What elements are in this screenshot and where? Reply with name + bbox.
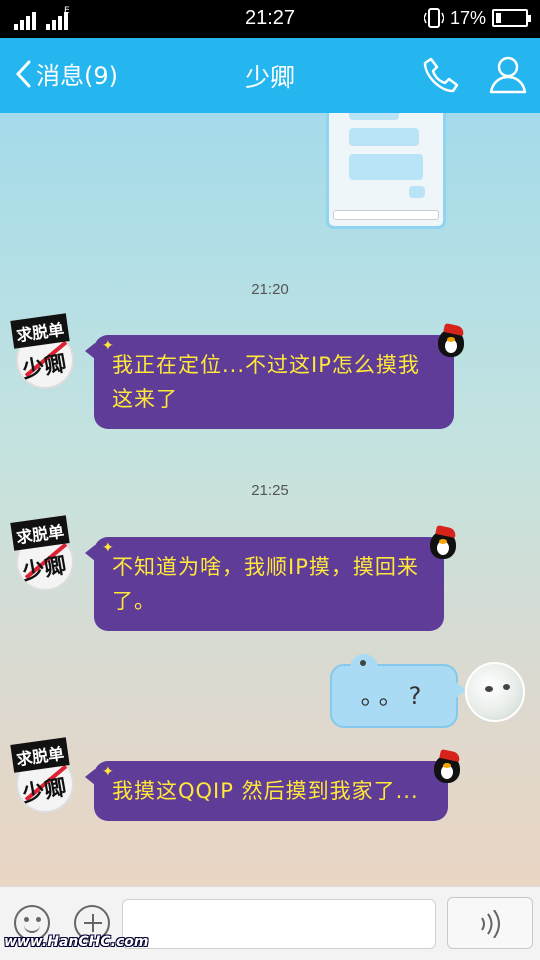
sparkle-icon: ✦ — [102, 338, 115, 354]
watermark: www.HanCHC.com — [4, 934, 149, 950]
image-message[interactable] — [326, 113, 446, 229]
incoming-message[interactable]: ✦ 我摸这QQIP 然后摸到我家了... — [85, 761, 448, 821]
input-bar: www.HanCHC.com — [0, 886, 540, 960]
penguin-icon — [428, 525, 458, 559]
incoming-message[interactable]: ✦ 我正在定位...不过这IP怎么摸我这来了 — [85, 335, 454, 429]
message-input[interactable] — [122, 899, 436, 949]
sparkle-icon: ✦ — [102, 764, 115, 780]
contact-avatar[interactable]: 求脱单 少卿 — [10, 515, 78, 591]
voice-wave-icon — [481, 910, 500, 938]
message-text: 我正在定位...不过这IP怎么摸我这来了 — [112, 353, 420, 411]
message-text: 不知道为啥，我顺IP摸，摸回来了。 — [112, 555, 419, 613]
timestamp: 21:25 — [251, 482, 289, 499]
outgoing-message[interactable]: 。。? — [330, 654, 466, 728]
penguin-icon — [436, 323, 466, 357]
my-avatar[interactable] — [465, 662, 525, 722]
contact-avatar[interactable]: 求脱单 少卿 — [10, 737, 78, 813]
battery-percent: 17% — [449, 7, 486, 28]
vibrate-icon — [423, 8, 444, 28]
contact-avatar[interactable]: 求脱单 少卿 — [10, 313, 78, 389]
voice-button[interactable] — [447, 897, 533, 949]
phone-icon[interactable] — [420, 54, 462, 96]
timestamp: 21:20 — [251, 281, 289, 298]
chat-header: 消息(9) 少卿 — [0, 38, 540, 113]
status-bar: E 21:27 17% — [0, 0, 540, 38]
penguin-icon — [432, 749, 462, 783]
incoming-message[interactable]: ✦ 不知道为啥，我顺IP摸，摸回来了。 — [85, 537, 444, 631]
message-text: 我摸这QQIP 然后摸到我家了... — [112, 779, 419, 803]
sparkle-icon: ✦ — [102, 540, 115, 556]
message-text: 。。? — [360, 682, 428, 710]
status-right: 17% — [423, 7, 531, 29]
person-icon[interactable] — [486, 52, 530, 96]
chat-area[interactable]: 21:20 求脱单 少卿 ✦ 我正在定位...不过这IP怎么摸我这来了 21:2… — [0, 113, 540, 886]
battery-icon — [492, 9, 531, 27]
